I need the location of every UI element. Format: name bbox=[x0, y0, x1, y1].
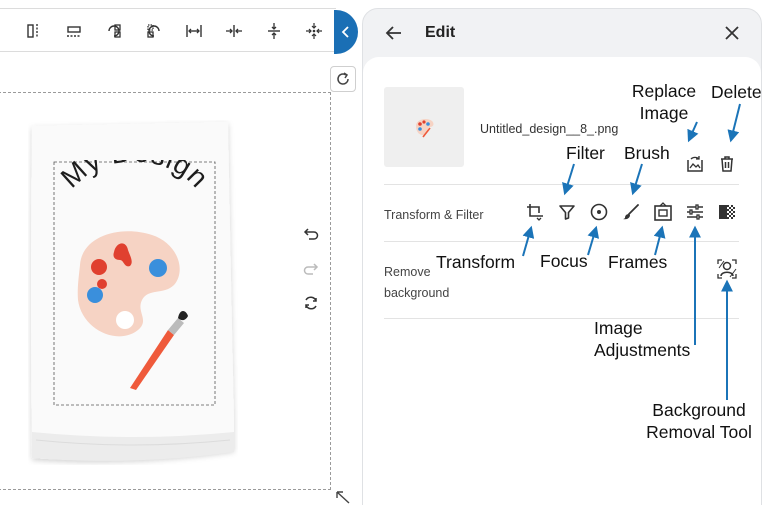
resize-arrow-icon[interactable] bbox=[333, 490, 353, 505]
annotation-brush: Brush bbox=[624, 143, 670, 163]
trash-icon bbox=[721, 156, 733, 172]
annotation-background-removal-line2: Removal Tool bbox=[646, 422, 752, 442]
transparency-icon bbox=[719, 205, 735, 219]
background-removal-button[interactable] bbox=[715, 257, 739, 281]
design-text: My Design bbox=[55, 160, 214, 194]
divider bbox=[384, 184, 739, 185]
annotation-frames: Frames bbox=[608, 252, 668, 272]
image-thumbnail bbox=[384, 87, 464, 167]
annotation-image-adjustments-line2: Adjustments bbox=[594, 340, 691, 360]
center-move-icon[interactable] bbox=[302, 19, 326, 43]
annotation-background-removal-line1: Background bbox=[652, 400, 746, 420]
sliders-icon bbox=[687, 204, 703, 220]
annotation-replace-image-line2: Image bbox=[639, 103, 689, 123]
canvas-area: My Design bbox=[0, 0, 362, 505]
annotation-focus: Focus bbox=[540, 251, 588, 271]
remove-background-label-line1: Remove bbox=[384, 265, 431, 279]
compress-horizontal-icon[interactable] bbox=[222, 19, 246, 43]
annotation-transform: Transform bbox=[436, 252, 516, 272]
close-button[interactable] bbox=[721, 22, 743, 44]
design-artwork[interactable]: My Design bbox=[52, 160, 217, 395]
undo-icon[interactable] bbox=[300, 222, 322, 244]
annotation-delete: Delete bbox=[711, 82, 762, 102]
svg-text:My Design: My Design bbox=[55, 160, 215, 194]
annotation-image-adjustments: Image Adjustments bbox=[594, 317, 690, 361]
alignment-toolbar bbox=[0, 8, 336, 52]
crop-icon bbox=[527, 204, 543, 221]
stretch-horizontal-icon[interactable] bbox=[182, 19, 206, 43]
panel-header: Edit bbox=[363, 9, 761, 57]
palette-thumbnail-image bbox=[416, 118, 434, 138]
canvas-side-tools bbox=[300, 222, 322, 327]
annotation-replace-image: Replace Image bbox=[626, 80, 702, 124]
annotation-image-adjustments-line1: Image bbox=[594, 318, 643, 338]
delete-button[interactable] bbox=[715, 152, 739, 176]
annotation-filter: Filter bbox=[566, 143, 605, 163]
focus-icon bbox=[590, 203, 608, 221]
align-right-arrow-icon[interactable] bbox=[102, 19, 126, 43]
annotation-background-removal: Background Removal Tool bbox=[640, 399, 758, 443]
filter-icon bbox=[559, 205, 575, 220]
replace-image-icon bbox=[687, 156, 703, 172]
arrow-left-icon bbox=[385, 26, 401, 40]
close-icon bbox=[725, 26, 739, 40]
back-button[interactable] bbox=[383, 22, 405, 44]
image-filename: Untitled_design__8_.png bbox=[480, 122, 619, 136]
transform-button[interactable] bbox=[523, 200, 547, 224]
annotation-replace-image-line1: Replace bbox=[631, 81, 697, 101]
refresh-icon bbox=[337, 72, 349, 85]
refresh-button[interactable] bbox=[330, 66, 356, 92]
compress-vertical-icon[interactable] bbox=[262, 19, 286, 43]
image-adjustments-button[interactable] bbox=[683, 200, 707, 224]
divider bbox=[384, 241, 739, 242]
brush-button[interactable] bbox=[619, 200, 643, 224]
transform-filter-label: Transform & Filter bbox=[384, 208, 484, 222]
chevron-left-icon bbox=[341, 26, 349, 38]
background-removal-icon bbox=[717, 259, 737, 279]
redo-icon[interactable] bbox=[300, 257, 322, 279]
collapse-panel-button[interactable] bbox=[334, 10, 358, 54]
align-left-arrow-icon[interactable] bbox=[142, 19, 166, 43]
brush-icon bbox=[623, 204, 639, 220]
filter-button[interactable] bbox=[555, 200, 579, 224]
frame-icon bbox=[654, 202, 672, 221]
align-horizontal-icon[interactable] bbox=[62, 19, 86, 43]
frames-button[interactable] bbox=[651, 200, 675, 224]
remove-background-label-line2: background bbox=[384, 286, 450, 300]
focus-button[interactable] bbox=[587, 200, 611, 224]
transparency-button[interactable] bbox=[715, 200, 739, 224]
panel-title: Edit bbox=[425, 24, 456, 41]
align-vertical-center-icon[interactable] bbox=[22, 19, 46, 43]
swap-icon[interactable] bbox=[300, 292, 322, 314]
replace-image-button[interactable] bbox=[683, 152, 707, 176]
